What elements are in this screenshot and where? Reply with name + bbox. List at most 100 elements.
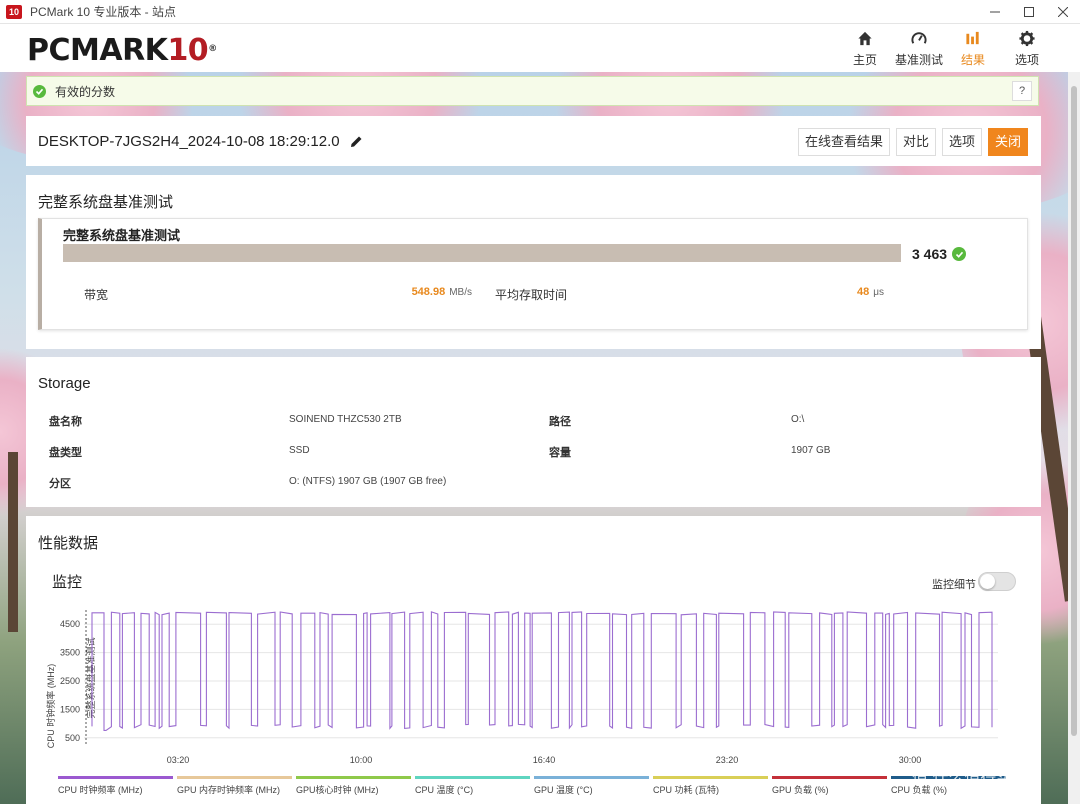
nav-options[interactable]: 选项 bbox=[1000, 28, 1054, 68]
legend-item[interactable]: CPU 功耗 (瓦特) bbox=[653, 776, 768, 796]
minimize-icon[interactable] bbox=[978, 0, 1012, 24]
benchmark-panel: 完整系统盘基准测试 完整系统盘基准测试 3 463 带宽 548.98 MB/s … bbox=[26, 175, 1041, 349]
chart-y-ticks: 4500 3500 2500 1500 500 bbox=[60, 619, 80, 743]
valid-score-bar: 有效的分数 ? bbox=[26, 76, 1039, 106]
gauge-icon bbox=[911, 32, 927, 44]
drive-name-value: SOINEND THZC530 2TB bbox=[289, 414, 402, 425]
legend-label: CPU 温度 (°C) bbox=[415, 785, 474, 795]
y-tick-label: 3500 bbox=[60, 648, 80, 658]
close-button[interactable]: 关闭 bbox=[987, 128, 1028, 156]
benchmark-section-title: 完整系统盘基准测试 bbox=[38, 194, 174, 211]
x-tick-label: 10:00 bbox=[350, 755, 373, 765]
legend-item[interactable]: GPU核心时钟 (MHz) bbox=[296, 776, 411, 796]
performance-panel: 性能数据 监控 监控细节 4500 3500 2500 1500 500 03:20 10… bbox=[26, 516, 1041, 804]
drive-type-value: SSD bbox=[289, 445, 310, 456]
pcmark-logo: PCMARK10® bbox=[27, 33, 217, 68]
view-online-button[interactable]: 在线查看结果 bbox=[797, 128, 890, 156]
monitoring-chart: 4500 3500 2500 1500 500 03:20 10:00 16:40 23:20… bbox=[45, 610, 998, 765]
bar-chart-icon bbox=[966, 31, 979, 45]
legend-swatch bbox=[772, 776, 887, 779]
partition-value: O: (NTFS) 1907 GB (1907 GB free) bbox=[289, 476, 447, 487]
vertical-scrollbar[interactable] bbox=[1068, 72, 1080, 804]
legend-label: CPU 功耗 (瓦特) bbox=[653, 785, 719, 795]
bandwidth-label: 带宽 bbox=[84, 288, 109, 302]
partition-label: 分区 bbox=[49, 478, 71, 490]
valid-score-text: 有效的分数 bbox=[55, 84, 116, 99]
score-value: 3 463 bbox=[912, 246, 948, 262]
result-name: DESKTOP-7JGS2H4_2024-10-08 18:29:12.0 bbox=[38, 133, 363, 150]
legend-swatch bbox=[58, 776, 173, 779]
main-nav: 主页 基准测试 结果 选项 bbox=[838, 28, 1054, 68]
legend-label: GPU 温度 (°C) bbox=[534, 785, 593, 795]
legend-swatch bbox=[534, 776, 649, 779]
result-actions: 在线查看结果 对比 选项 关闭 bbox=[797, 128, 1028, 156]
drive-name-label: 盘名称 bbox=[49, 416, 82, 428]
y-tick-label: 500 bbox=[65, 733, 80, 743]
y-tick-label: 2500 bbox=[60, 676, 80, 686]
check-icon bbox=[33, 84, 46, 98]
scroll-thumb[interactable] bbox=[1071, 86, 1077, 736]
storage-panel: Storage 盘名称 SOINEND THZC530 2TB 路径 O:\ 盘… bbox=[26, 357, 1041, 507]
close-icon[interactable] bbox=[1046, 0, 1080, 24]
performance-title: 性能数据 bbox=[38, 535, 99, 552]
storage-title: Storage bbox=[38, 375, 91, 392]
nav-benchmarks-label: 基准测试 bbox=[894, 53, 943, 67]
legend-swatch bbox=[296, 776, 411, 779]
monitor-details-toggle[interactable] bbox=[978, 572, 1016, 591]
legend-label: GPU核心时钟 (MHz) bbox=[296, 785, 379, 795]
chart-x-ticks: 03:20 10:00 16:40 23:20 30:00 bbox=[167, 755, 922, 765]
result-header-panel: DESKTOP-7JGS2H4_2024-10-08 18:29:12.0 在线… bbox=[26, 116, 1041, 166]
nav-results-label: 结果 bbox=[960, 53, 985, 67]
title-bar: 10 PCMark 10 专业版本 - 站点 bbox=[0, 0, 1080, 24]
bandwidth-value: 548.98 MB/s bbox=[411, 286, 472, 298]
x-tick-label: 16:40 bbox=[533, 755, 556, 765]
options-button[interactable]: 选项 bbox=[941, 128, 982, 156]
legend-label: CPU 时钟频率 (MHz) bbox=[58, 785, 143, 795]
watermark: 值 什么值得买 bbox=[912, 770, 1013, 787]
nav-options-label: 选项 bbox=[1014, 53, 1039, 67]
window-controls bbox=[978, 0, 1080, 24]
window-title: PCMark 10 专业版本 - 站点 bbox=[30, 5, 177, 19]
legend-label: GPU 负载 (%) bbox=[772, 785, 829, 795]
path-label: 路径 bbox=[549, 416, 571, 428]
legend-item[interactable]: GPU 负载 (%) bbox=[772, 776, 887, 796]
maximize-icon[interactable] bbox=[1012, 0, 1046, 24]
drive-type-label: 盘类型 bbox=[49, 447, 82, 459]
toggle-knob bbox=[980, 574, 995, 589]
legend-item[interactable]: CPU 温度 (°C) bbox=[415, 776, 530, 796]
app-icon: 10 bbox=[6, 4, 22, 19]
cpu-clock-series bbox=[91, 611, 993, 731]
access-time-label: 平均存取时间 bbox=[495, 288, 568, 302]
access-time-value: 48 μs bbox=[856, 286, 884, 298]
x-tick-label: 23:20 bbox=[716, 755, 739, 765]
chart-y-label: CPU 时钟频率 (MHz) bbox=[45, 664, 56, 749]
benchmark-card: 完整系统盘基准测试 3 463 带宽 548.98 MB/s 平均存取时间 48 μ… bbox=[38, 218, 1028, 330]
legend-swatch bbox=[177, 776, 292, 779]
nav-home[interactable]: 主页 bbox=[838, 28, 892, 68]
compare-button[interactable]: 对比 bbox=[895, 128, 936, 156]
app-header: PCMARK10® 主页 基准测试 结果 选项 bbox=[0, 24, 1080, 72]
pencil-icon[interactable] bbox=[350, 135, 363, 148]
help-button[interactable]: ? bbox=[1012, 81, 1032, 101]
score: 3 463 bbox=[912, 246, 967, 262]
nav-home-label: 主页 bbox=[852, 53, 877, 67]
monitor-details-label: 监控细节 bbox=[932, 579, 976, 591]
legend-item[interactable]: GPU 内存时钟频率 (MHz) bbox=[177, 776, 292, 796]
path-value: O:\ bbox=[791, 414, 805, 425]
y-tick-label: 1500 bbox=[60, 704, 80, 714]
score-bar bbox=[63, 244, 901, 262]
result-name-text: DESKTOP-7JGS2H4_2024-10-08 18:29:12.0 bbox=[38, 133, 340, 150]
legend-label: GPU 内存时钟频率 (MHz) bbox=[177, 785, 280, 795]
legend-item[interactable]: GPU 温度 (°C) bbox=[534, 776, 649, 796]
nav-benchmarks[interactable]: 基准测试 bbox=[892, 28, 946, 68]
capacity-value: 1907 GB bbox=[791, 445, 831, 456]
legend-item[interactable]: CPU 时钟频率 (MHz) bbox=[58, 776, 173, 796]
benchmark-card-title: 完整系统盘基准测试 bbox=[63, 228, 181, 243]
nav-results[interactable]: 结果 bbox=[946, 28, 1000, 68]
monitor-title: 监控 bbox=[52, 574, 83, 591]
y-tick-label: 4500 bbox=[60, 619, 80, 629]
chart-grid bbox=[84, 623, 998, 739]
home-icon bbox=[858, 31, 872, 46]
check-icon bbox=[952, 247, 967, 261]
x-tick-label: 03:20 bbox=[167, 755, 190, 765]
